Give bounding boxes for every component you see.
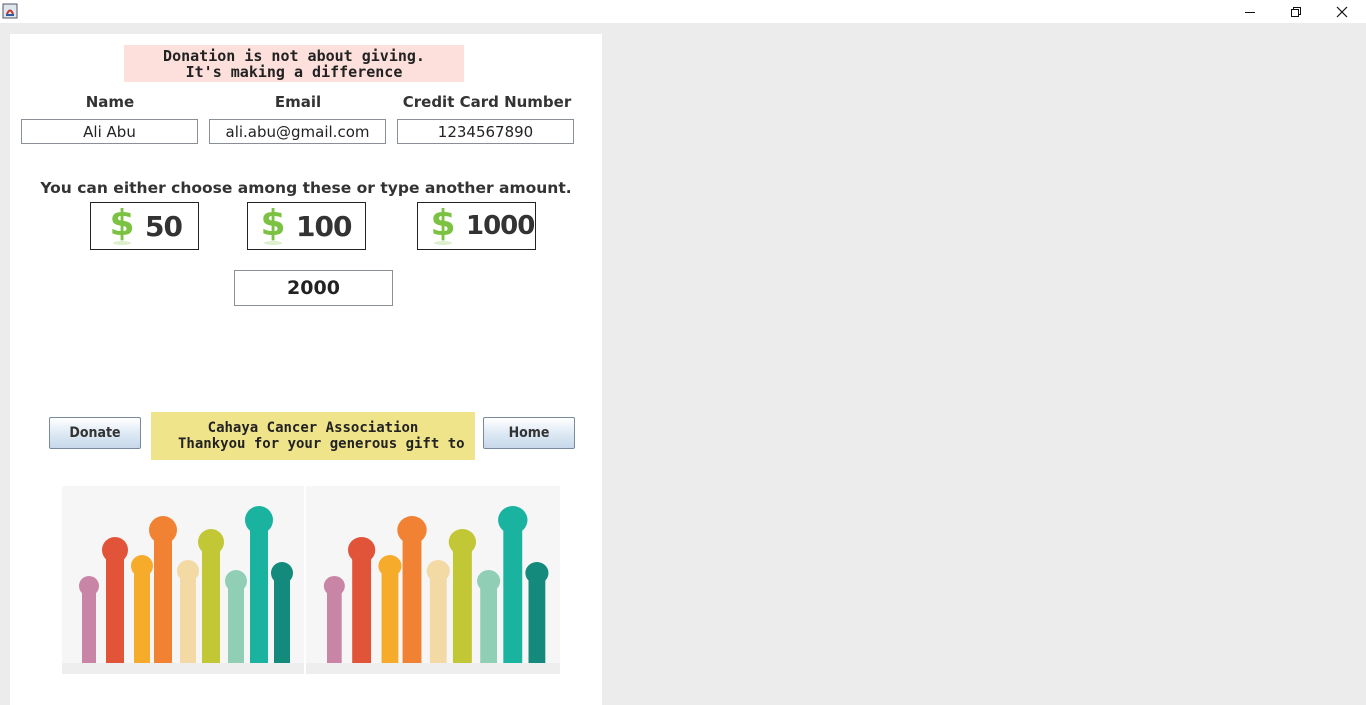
restore-icon (1291, 6, 1301, 17)
donation-panel: Donation is not about giving. It's makin… (10, 34, 602, 705)
svg-text:$: $ (430, 204, 455, 244)
home-button[interactable]: Home (483, 417, 575, 449)
name-field[interactable] (21, 119, 198, 144)
donate-button[interactable]: Donate (49, 417, 141, 449)
restore-button[interactable] (1273, 0, 1319, 23)
card-number-label: Credit Card Number (402, 93, 572, 111)
custom-amount-field[interactable] (234, 270, 393, 306)
amount-value: 50 (145, 209, 183, 243)
thankyou-banner: Cahaya Cancer Association Thankyou for y… (151, 412, 475, 460)
raised-hands-illustration (62, 506, 304, 674)
close-icon (1336, 6, 1348, 17)
raised-hands-illustration (306, 506, 560, 674)
java-app-icon (2, 3, 18, 19)
email-label: Email (274, 93, 322, 111)
card-number-field[interactable] (397, 119, 574, 144)
dollar-icon: $ (430, 204, 456, 245)
amount-value: 1000 (466, 211, 535, 241)
minimize-icon (1245, 11, 1255, 13)
dollar-icon: $ (109, 204, 135, 245)
svg-text:$: $ (260, 204, 285, 244)
name-label: Name (85, 93, 135, 111)
raised-hands-image (62, 486, 304, 674)
amount-instruction: You can either choose among these or typ… (40, 179, 572, 197)
raised-hands-image (306, 486, 560, 674)
svg-text:$: $ (109, 204, 134, 244)
amount-value: 100 (296, 209, 352, 243)
dollar-icon: $ (260, 204, 286, 245)
motto-line-2: It's making a difference (185, 63, 403, 81)
amount-button-100[interactable]: $ 100 (247, 202, 366, 250)
motto-banner: Donation is not about giving. It's makin… (124, 45, 464, 82)
thankyou-line-1: Cahaya Cancer Association (207, 420, 419, 436)
amount-button-1000[interactable]: $ 1000 (417, 202, 536, 250)
amount-button-50[interactable]: $ 50 (90, 202, 199, 250)
minimize-button[interactable] (1227, 0, 1273, 23)
window-titlebar (0, 0, 1366, 23)
close-button[interactable] (1319, 0, 1365, 23)
email-field[interactable] (209, 119, 386, 144)
motto-line-1: Donation is not about giving. (163, 47, 425, 65)
thankyou-line-2: Thankyou for your generous gift to (178, 436, 465, 452)
